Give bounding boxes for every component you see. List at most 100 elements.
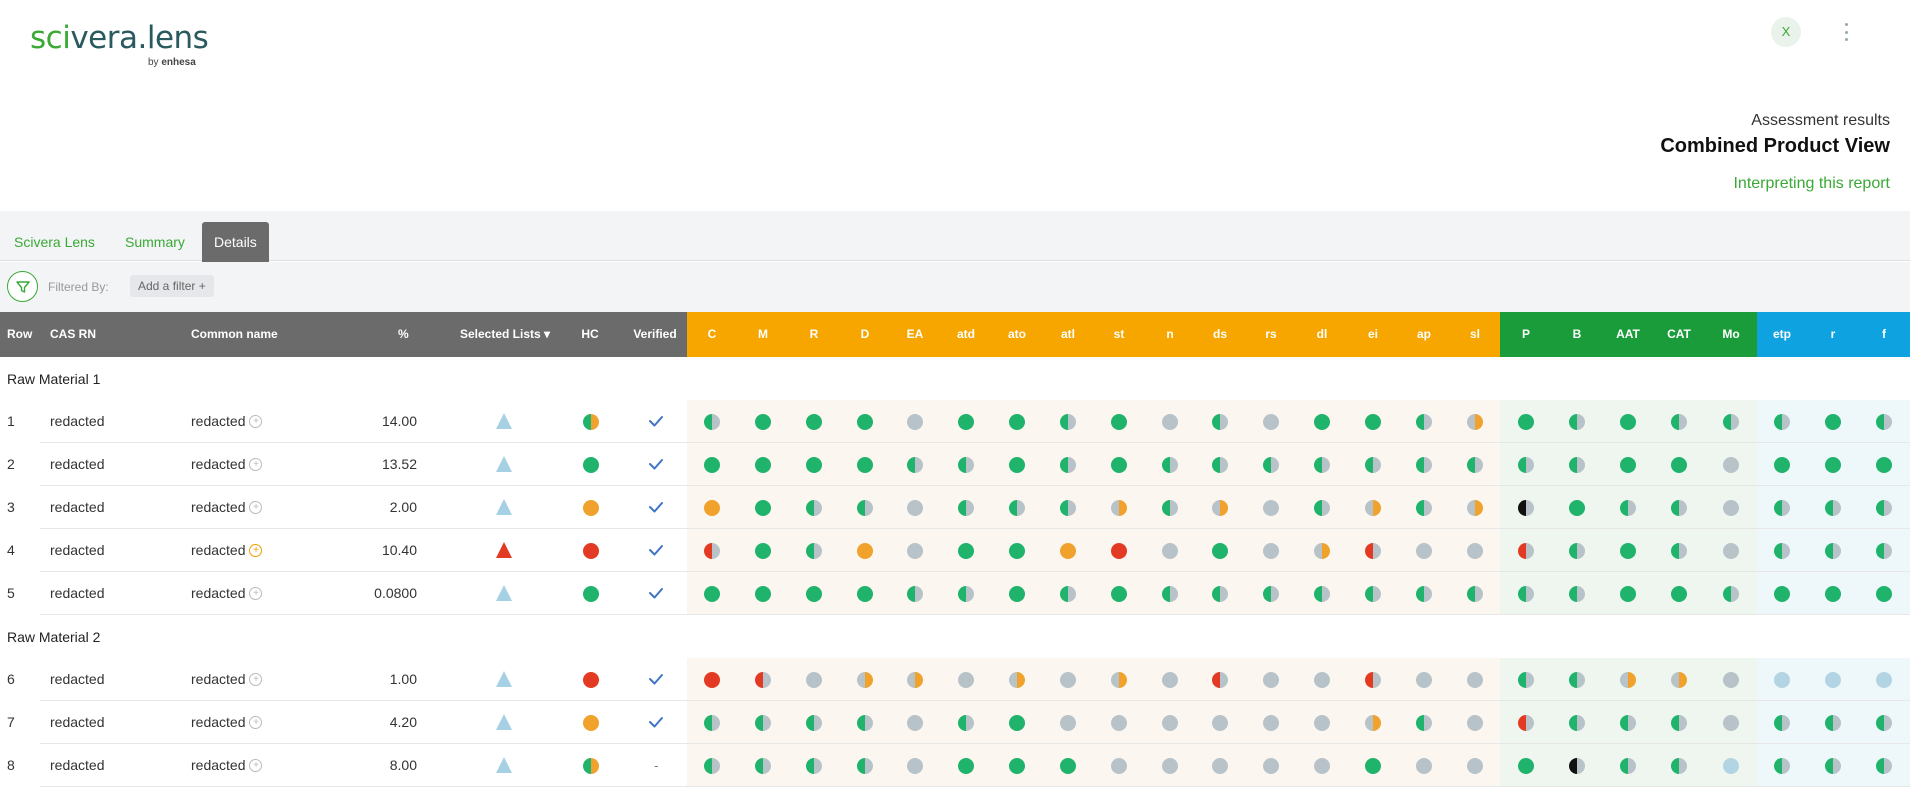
hazard-dot-ato[interactable] [1009,500,1025,516]
hazard-dot-rs[interactable] [1263,500,1279,516]
hazard-dot-rs[interactable] [1263,543,1279,559]
hazard-dot-n[interactable] [1162,414,1178,430]
hazard-dot-ds[interactable] [1212,414,1228,430]
hazard-dot-r[interactable] [1825,543,1841,559]
hazard-dot-atd[interactable] [958,715,974,731]
hazard-dot-ea[interactable] [907,457,923,473]
hazard-dot-st[interactable] [1111,758,1127,774]
hazard-dot-cat[interactable] [1671,758,1687,774]
hazard-dot-etp[interactable] [1774,586,1790,602]
hazard-dot-ei[interactable] [1365,586,1381,602]
col-hazard-atl[interactable]: atl [1046,312,1090,357]
hazard-dot-sl[interactable] [1467,414,1483,430]
hazard-dot-ei[interactable] [1365,543,1381,559]
hazard-dot-d[interactable] [857,758,873,774]
hazard-dot-sl[interactable] [1467,543,1483,559]
hazard-dot-c[interactable] [704,586,720,602]
hazard-dot-n[interactable] [1162,457,1178,473]
hazard-dot-dl[interactable] [1314,586,1330,602]
hazard-dot-etp[interactable] [1774,672,1790,688]
hazard-dot-r[interactable] [806,543,822,559]
hazard-dot-ei[interactable] [1365,500,1381,516]
hazard-dot-b[interactable] [1569,758,1585,774]
col-hazard-f[interactable]: f [1862,312,1906,357]
hazard-dot-ei[interactable] [1365,758,1381,774]
hazard-dot-ei[interactable] [1365,414,1381,430]
col-hazard-d[interactable]: D [843,312,887,357]
hazard-dot-st[interactable] [1111,715,1127,731]
table-row[interactable]: 8 redacted redacted +8.00- [0,744,1910,787]
col-percent[interactable]: % [398,312,409,357]
hazard-dot-sl[interactable] [1467,715,1483,731]
col-hazard-ds[interactable]: ds [1198,312,1242,357]
hazard-dot-d[interactable] [857,715,873,731]
hazard-dot-ea[interactable] [907,672,923,688]
hazard-dot-n[interactable] [1162,758,1178,774]
hazard-dot-r[interactable] [1825,758,1841,774]
hazard-dot-mo[interactable] [1723,414,1739,430]
hazard-dot-atd[interactable] [958,414,974,430]
hazard-dot-b[interactable] [1569,715,1585,731]
hazard-dot-rs[interactable] [1263,715,1279,731]
selected-list-triangle-icon[interactable] [496,757,512,773]
hazard-dot-aat[interactable] [1620,543,1636,559]
hazard-dot-aat[interactable] [1620,586,1636,602]
hazard-dot-r[interactable] [806,500,822,516]
hazard-dot-c[interactable] [704,414,720,430]
hazard-dot-atd[interactable] [958,586,974,602]
hazard-dot-n[interactable] [1162,500,1178,516]
hazard-dot-m[interactable] [755,758,771,774]
hazard-dot-d[interactable] [857,414,873,430]
selected-list-triangle-icon[interactable] [496,499,512,515]
hazard-dot-sl[interactable] [1467,457,1483,473]
hazard-dot-etp[interactable] [1774,457,1790,473]
col-row[interactable]: Row [7,312,32,357]
col-selected-lists[interactable]: Selected Lists ▾ [455,312,555,357]
hazard-dot-atd[interactable] [958,457,974,473]
hazard-dot-ap[interactable] [1416,414,1432,430]
user-avatar[interactable]: X [1771,17,1801,47]
hazard-dot-ea[interactable] [907,715,923,731]
hazard-dot-dl[interactable] [1314,500,1330,516]
hazard-dot-r[interactable] [1825,500,1841,516]
hazard-dot-ato[interactable] [1009,414,1025,430]
col-hazard-ato[interactable]: ato [995,312,1039,357]
hazard-dot-r[interactable] [806,758,822,774]
table-row[interactable]: 1 redacted redacted +14.00 [0,400,1910,443]
hazard-dot-rs[interactable] [1263,414,1279,430]
hazard-dot-p[interactable] [1518,758,1534,774]
hazard-dot-n[interactable] [1162,672,1178,688]
selected-list-triangle-icon[interactable] [496,413,512,429]
table-row[interactable]: 4 redacted redacted +10.40 [0,529,1910,572]
hazard-dot-ato[interactable] [1009,586,1025,602]
col-hazard-atd[interactable]: atd [944,312,988,357]
hazard-dot-ap[interactable] [1416,457,1432,473]
hazard-dot-b[interactable] [1569,586,1585,602]
hazard-dot-st[interactable] [1111,672,1127,688]
hazard-dot-f[interactable] [1876,414,1892,430]
hazard-dot-f[interactable] [1876,672,1892,688]
hazard-dot-m[interactable] [755,586,771,602]
col-hazard-etp[interactable]: etp [1760,312,1804,357]
hazard-dot-r[interactable] [806,715,822,731]
hazard-dot-ds[interactable] [1212,586,1228,602]
hazard-dot-r[interactable] [1825,457,1841,473]
hazard-dot-aat[interactable] [1620,500,1636,516]
hazard-dot-f[interactable] [1876,715,1892,731]
col-hazard-ea[interactable]: EA [893,312,937,357]
hazard-dot-atl[interactable] [1060,715,1076,731]
hazard-dot-sl[interactable] [1467,500,1483,516]
col-hazard-p[interactable]: P [1504,312,1548,357]
col-hazard-rs[interactable]: rs [1249,312,1293,357]
hazard-dot-aat[interactable] [1620,672,1636,688]
selected-list-triangle-icon[interactable] [496,714,512,730]
hazard-dot-b[interactable] [1569,500,1585,516]
hazard-dot-sl[interactable] [1467,586,1483,602]
hazard-dot-ds[interactable] [1212,672,1228,688]
hazard-dot-p[interactable] [1518,414,1534,430]
hazard-dot-r[interactable] [1825,672,1841,688]
col-cas-rn[interactable]: CAS RN [50,312,96,357]
hazard-dot-ato[interactable] [1009,758,1025,774]
hazard-dot-cat[interactable] [1671,672,1687,688]
hazard-dot-st[interactable] [1111,586,1127,602]
